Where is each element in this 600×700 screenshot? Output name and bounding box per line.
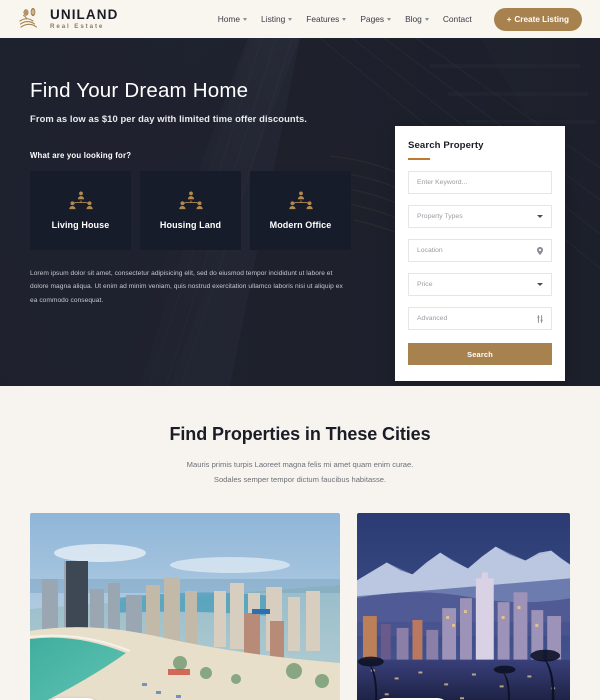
chevron-down-icon (387, 17, 392, 21)
nav-label: Contact (442, 14, 472, 24)
location-input[interactable]: Location (408, 239, 552, 262)
property-types-select[interactable]: Property Types (408, 205, 552, 228)
price-select[interactable]: Price (408, 273, 552, 296)
city-card-miami[interactable]: Miami 82 Properties (30, 512, 340, 700)
cities-subtitle-line2: Sodales semper tempor dictum faucibus ha… (213, 474, 387, 484)
category-label: Living House (51, 219, 110, 230)
create-listing-button[interactable]: + Create Listing (493, 7, 582, 31)
hero-question: What are you looking for? (30, 150, 132, 160)
hero-subtitle: From as low as $10 per day with limited … (30, 112, 307, 124)
chevron-down-icon (537, 215, 543, 218)
keyword-placeholder: Enter Keyword... (417, 179, 468, 186)
location-placeholder: Location (417, 247, 443, 254)
people-group-icon (288, 191, 313, 209)
chevron-down-icon (424, 17, 429, 21)
keyword-input[interactable]: Enter Keyword... (408, 171, 552, 194)
search-property-panel: Search Property Enter Keyword... Propert… (395, 126, 565, 381)
category-card-list: Living House Housing Land Modern Office (30, 170, 360, 250)
category-label: Modern Office (269, 219, 332, 230)
property-types-placeholder: Property Types (417, 213, 463, 220)
category-card-modern-office[interactable]: Modern Office (250, 170, 351, 250)
chevron-down-icon (288, 17, 293, 21)
nav-item-home[interactable]: Home (217, 14, 248, 24)
hero-paragraph: Lorem ipsum dolor sit amet, consectetur … (30, 269, 343, 304)
logo-tagline: Real Estate (50, 22, 105, 30)
chevron-down-icon (243, 17, 248, 21)
category-label: Housing Land (159, 219, 222, 230)
hero-title: Find Your Dream Home (30, 79, 249, 102)
cities-subtitle: Mauris primis turpis Laoreet magna felis… (0, 458, 600, 488)
nav-label: Listing (261, 14, 286, 24)
map-pin-icon (537, 246, 543, 255)
site-logo[interactable]: UNILAND Real Estate (18, 7, 118, 31)
site-header: UNILAND Real Estate Home Listing Feature… (0, 0, 600, 38)
nav-item-blog[interactable]: Blog (405, 14, 429, 24)
category-card-living-house[interactable]: Living House (30, 170, 131, 250)
advanced-placeholder: Advanced (417, 315, 448, 322)
main-navigation: Home Listing Features Pages Blog Contact… (217, 7, 582, 31)
advanced-toggle[interactable]: Advanced (408, 307, 552, 330)
nav-label: Features (306, 14, 340, 24)
nav-label: Home (217, 14, 241, 24)
category-card-housing-land[interactable]: Housing Land (140, 170, 241, 250)
los-angeles-photo (357, 512, 570, 700)
logo-text-block: UNILAND Real Estate (50, 8, 118, 30)
nav-item-listing[interactable]: Listing (261, 14, 293, 24)
search-panel-title: Search Property (408, 140, 484, 151)
cities-section: Find Properties in These Cities Mauris p… (0, 386, 600, 700)
search-submit-button[interactable]: Search (408, 343, 552, 365)
hero-content: Find Your Dream Home From as low as $10 … (0, 38, 360, 307)
nav-item-features[interactable]: Features (306, 14, 347, 24)
nav-item-pages[interactable]: Pages (360, 14, 392, 24)
title-underline-accent (408, 158, 430, 160)
sliders-icon (537, 314, 543, 323)
people-group-icon (68, 191, 93, 209)
wheat-leaf-icon (19, 7, 38, 28)
chevron-down-icon (342, 17, 347, 21)
city-card-los-angeles[interactable]: Los Angeles 57 Properties (357, 512, 570, 700)
city-card-grid: Miami 82 Properties (0, 512, 600, 700)
hero-section: Find Your Dream Home From as low as $10 … (0, 38, 600, 386)
plus-icon: + (506, 14, 512, 24)
cities-title: Find Properties in These Cities (169, 424, 431, 444)
create-listing-label: Create Listing (514, 14, 569, 24)
nav-item-contact[interactable]: Contact (443, 14, 472, 24)
miami-photo (30, 512, 340, 700)
nav-label: Pages (360, 14, 385, 24)
people-group-icon (178, 191, 203, 209)
nav-label: Blog (405, 14, 422, 24)
price-placeholder: Price (417, 281, 433, 288)
logo-name: UNILAND (50, 7, 119, 23)
cities-subtitle-line1: Mauris primis turpis Laoreet magna felis… (186, 460, 414, 469)
chevron-down-icon (537, 283, 543, 286)
